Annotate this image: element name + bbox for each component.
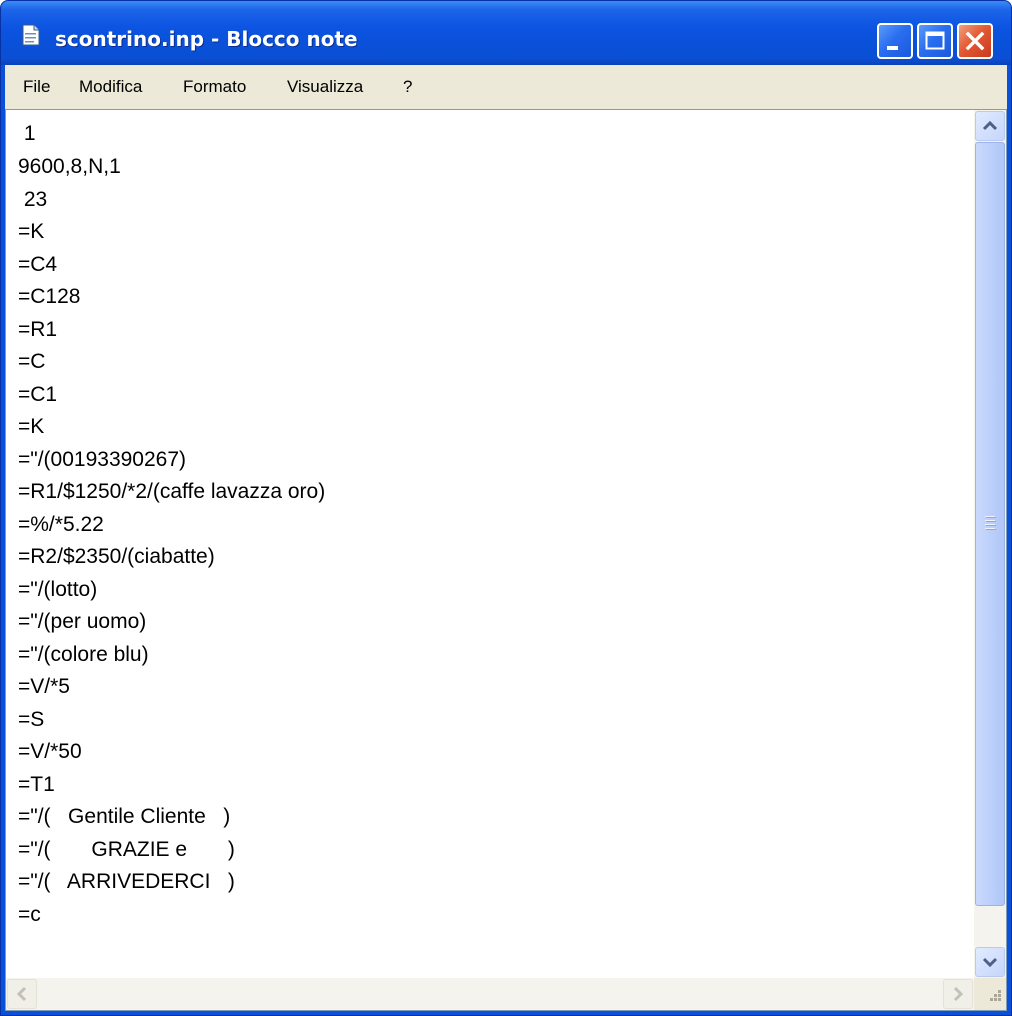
text-line: ="/( Gentile Cliente )	[18, 805, 231, 828]
resize-grip[interactable]	[974, 978, 1006, 1010]
text-line: =c	[18, 903, 41, 926]
notepad-window: scontrino.inp - Blocco note File Modific…	[0, 0, 1012, 1016]
text-area[interactable]: 1 9600,8,N,1 23 =K =C4 =C128 =R1 =C =C1 …	[6, 110, 974, 978]
window-title: scontrino.inp - Blocco note	[55, 27, 358, 51]
text-line: =K	[18, 220, 45, 243]
maximize-button[interactable]	[917, 23, 953, 59]
text-line: =R1/$1250/*2/(caffe lavazza oro)	[18, 480, 326, 503]
title-bar[interactable]: scontrino.inp - Blocco note	[1, 1, 1011, 65]
menu-bar: File Modifica Formato Visualizza ?	[5, 65, 1007, 110]
text-line: ="/(00193390267)	[18, 448, 187, 471]
text-line: =C128	[18, 285, 81, 308]
vertical-scrollbar[interactable]	[974, 110, 1006, 978]
arrow-left-icon	[8, 986, 36, 1012]
scroll-up-button[interactable]	[975, 111, 1005, 141]
scroll-left-button[interactable]	[7, 979, 37, 1009]
text-line: =%/*5.22	[18, 513, 104, 536]
text-line: ="/( GRAZIE e )	[18, 838, 235, 861]
horizontal-scrollbar[interactable]	[6, 978, 974, 1010]
text-line: =C4	[18, 253, 58, 276]
scroll-down-button[interactable]	[975, 947, 1005, 977]
scroll-right-button[interactable]	[943, 979, 973, 1009]
text-line: =C	[18, 350, 46, 373]
menu-file[interactable]: File	[23, 77, 50, 97]
vertical-scroll-thumb[interactable]	[975, 142, 1005, 906]
arrow-right-icon	[944, 986, 972, 1012]
text-line: ="/( ARRIVEDERCI )	[18, 870, 235, 893]
text-line: =S	[18, 708, 45, 731]
menu-modifica[interactable]: Modifica	[79, 77, 142, 97]
text-line: ="/(per uomo)	[18, 610, 147, 633]
text-line: =R2/$2350/(ciabatte)	[18, 545, 215, 568]
text-line: ="/(colore blu)	[18, 643, 149, 666]
text-line: =V/*5	[18, 675, 70, 698]
text-line: ="/(lotto)	[18, 578, 98, 601]
text-line: =T1	[18, 773, 55, 796]
notepad-icon	[21, 23, 41, 47]
close-button[interactable]	[957, 23, 993, 59]
minimize-button[interactable]	[877, 23, 913, 59]
text-line: =R1	[18, 318, 58, 341]
text-line: =V/*50	[18, 740, 82, 763]
menu-visualizza[interactable]: Visualizza	[287, 77, 363, 97]
menu-formato[interactable]: Formato	[183, 77, 246, 97]
text-line: 1	[18, 122, 36, 145]
text-line: =K	[18, 415, 45, 438]
text-line: =C1	[18, 383, 58, 406]
menu-help[interactable]: ?	[403, 77, 412, 97]
text-line: 9600,8,N,1	[18, 155, 121, 178]
text-line: 23	[18, 188, 48, 211]
editor-frame: 1 9600,8,N,1 23 =K =C4 =C128 =R1 =C =C1 …	[5, 109, 1007, 1011]
